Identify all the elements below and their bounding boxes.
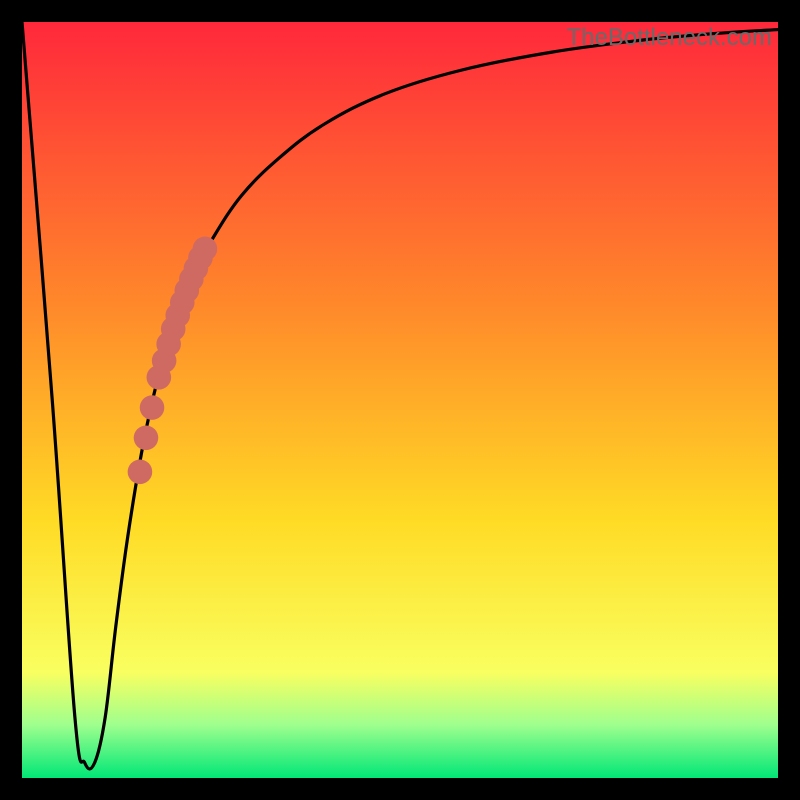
- highlight-dot: [140, 395, 165, 420]
- watermark-text: TheBottleneck.com: [567, 24, 772, 52]
- plot-area: TheBottleneck.com: [22, 22, 778, 778]
- chart-svg: [22, 22, 778, 778]
- highlight-dot: [134, 426, 159, 451]
- chart-frame: TheBottleneck.com: [0, 0, 800, 800]
- gradient-background: [22, 22, 778, 778]
- highlight-dot: [193, 237, 218, 262]
- highlight-dot: [128, 460, 153, 485]
